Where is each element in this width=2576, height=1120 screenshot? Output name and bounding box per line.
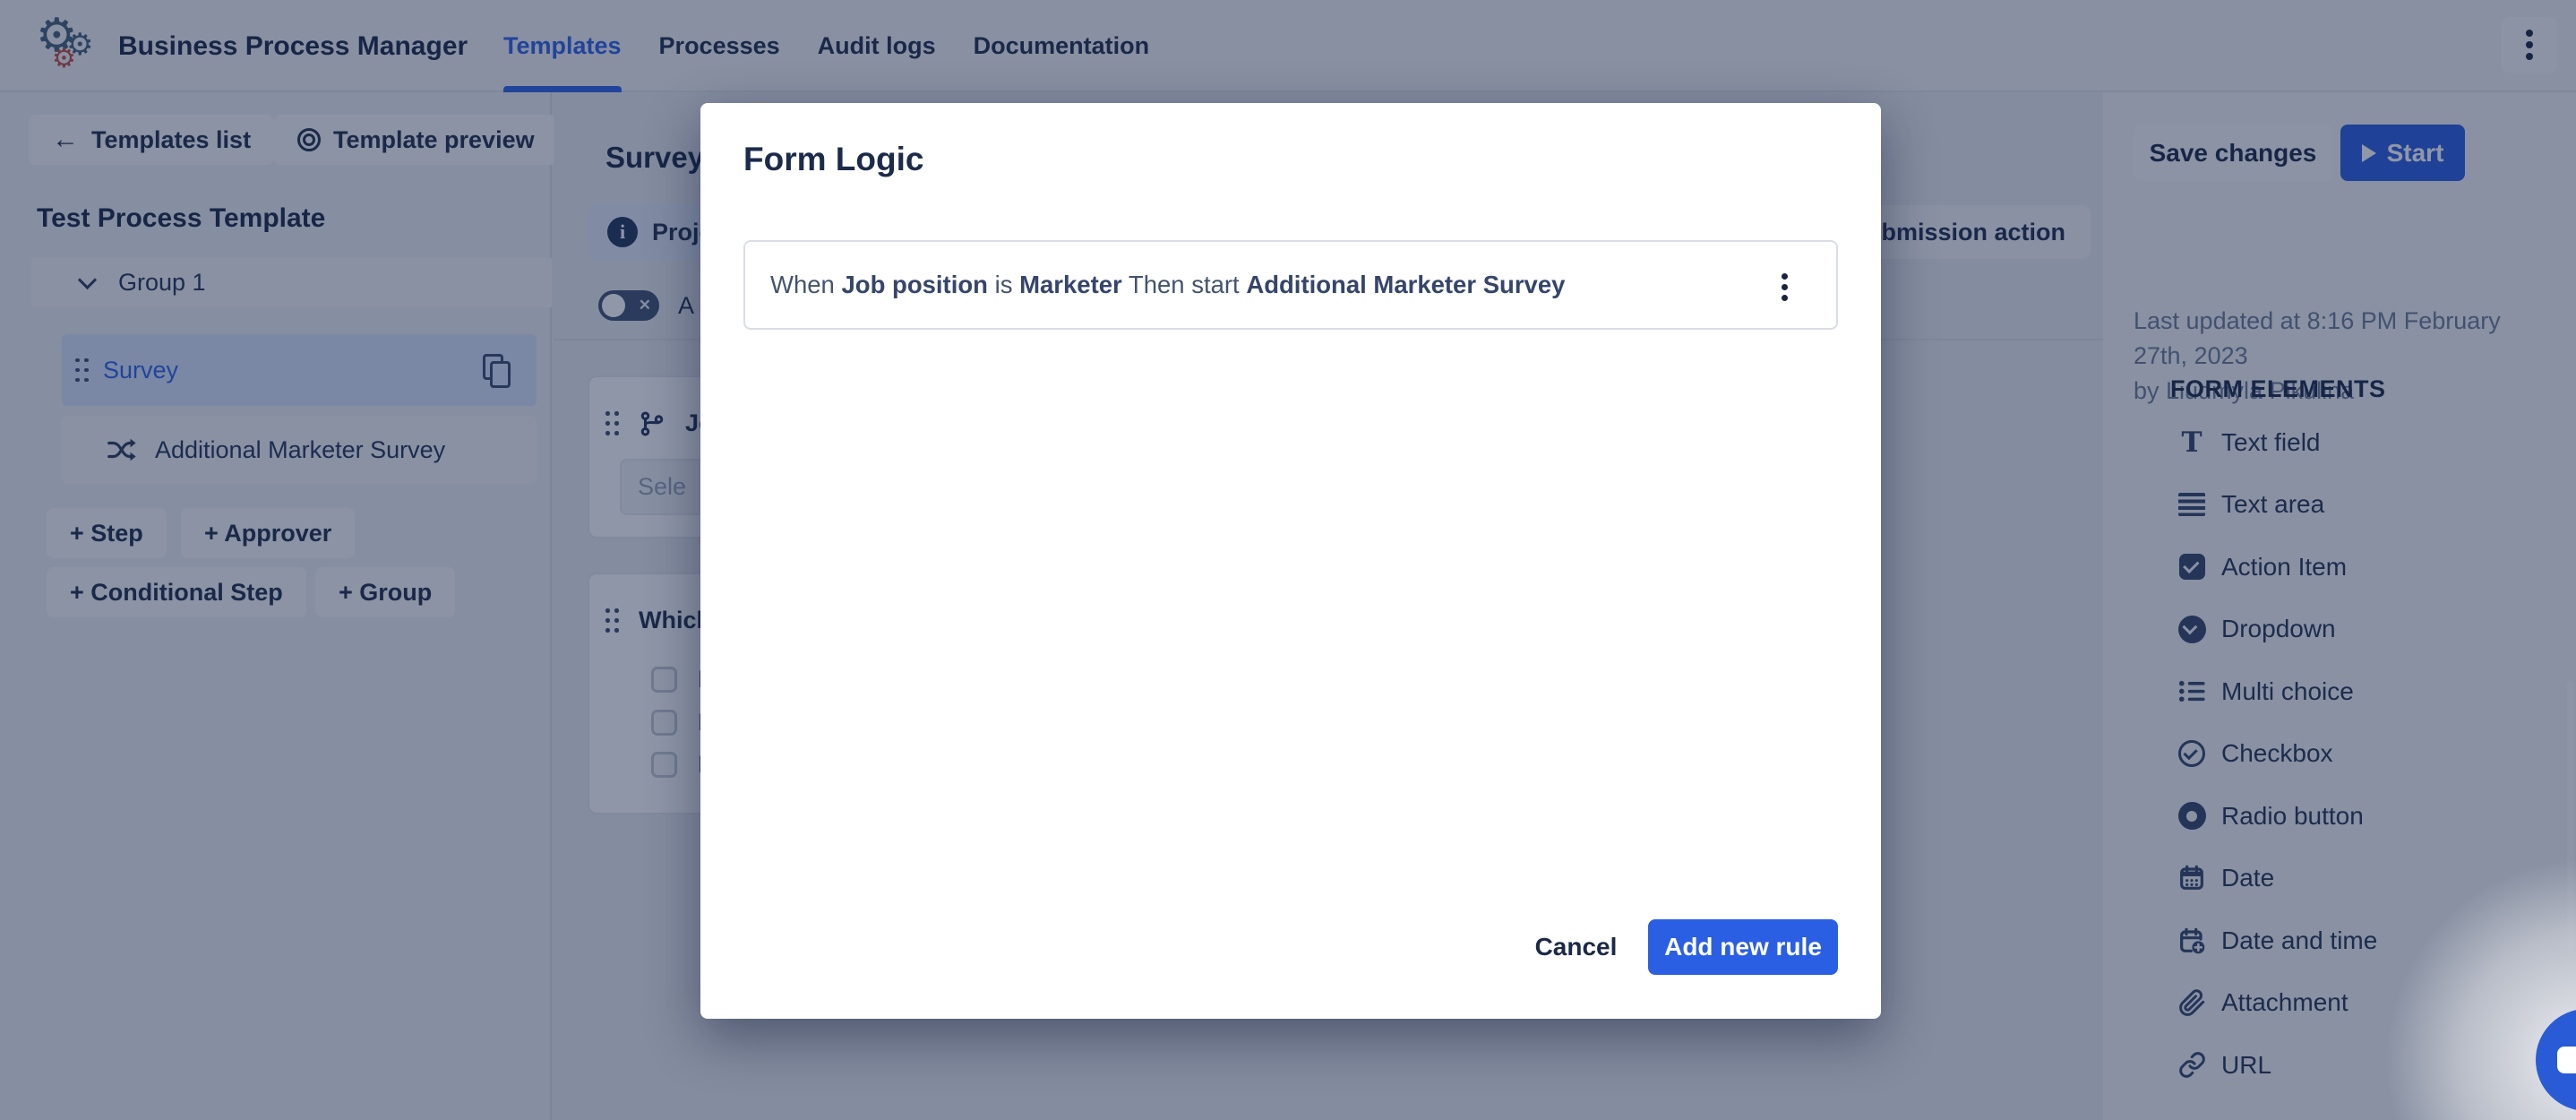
- kebab-icon: [1782, 284, 1788, 290]
- cancel-label: Cancel: [1535, 933, 1618, 961]
- rule-kebab-menu-button[interactable]: [1765, 264, 1804, 309]
- add-new-rule-label: Add new rule: [1664, 933, 1822, 961]
- add-new-rule-button[interactable]: Add new rule: [1648, 919, 1838, 975]
- form-logic-modal: Form Logic When Job position is Marketer…: [700, 103, 1881, 1019]
- form-logic-rule-row[interactable]: When Job position is Marketer Then start…: [743, 240, 1838, 330]
- rule-text: When Job position is Marketer Then start…: [770, 271, 1565, 299]
- cancel-button[interactable]: Cancel: [1533, 919, 1619, 975]
- modal-title: Form Logic: [743, 141, 923, 178]
- app-root: ⚙ ⚙ ⚙ Business Process Manager Templates…: [0, 0, 2576, 1120]
